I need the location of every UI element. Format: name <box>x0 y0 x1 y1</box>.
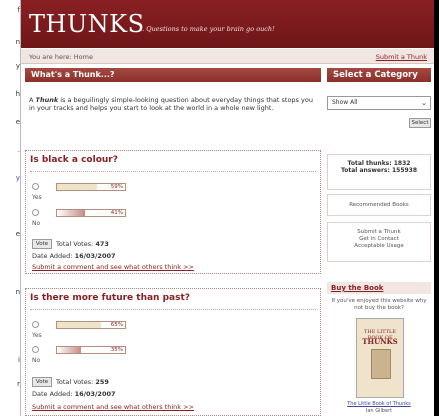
intro-text-rest: is a beguilingly simple-looking question… <box>29 96 313 112</box>
book-cover-portrait <box>371 349 391 379</box>
breadcrumb-text: You are here: Home <box>29 53 93 61</box>
category-select-value: Show All <box>332 99 358 106</box>
contact-link[interactable]: Get in Contact <box>328 236 430 243</box>
vote-button[interactable]: Vote <box>32 239 52 249</box>
breadcrumb-home-link[interactable]: Home <box>74 53 93 61</box>
total-votes-label: Total Votes: <box>56 240 94 248</box>
submit-thunk-link[interactable]: Submit a Thunk <box>376 53 427 61</box>
poll-option-label: No <box>32 357 41 364</box>
date-added-value: 16/03/2007 <box>74 390 116 398</box>
poll-result-bar: 35% <box>56 346 126 354</box>
acceptable-usage-link[interactable]: Acceptable Usage <box>328 243 430 250</box>
poll-result-percent: 35% <box>110 347 123 353</box>
poll-result-bar: 41% <box>56 209 126 217</box>
divider <box>30 309 316 310</box>
poll-result-percent: 65% <box>110 322 123 328</box>
date-added: Date Added: 16/03/2007 <box>32 390 116 398</box>
intro-text: A Thunk is a beguilingly simple-looking … <box>29 96 319 112</box>
poll-option-radio[interactable] <box>32 321 39 328</box>
chevron-down-icon: ⌄ <box>421 99 427 107</box>
poll-question: Is black a colour? <box>30 155 118 165</box>
total-votes-label: Total Votes: <box>56 378 94 386</box>
poll-option-label: Yes <box>32 194 42 201</box>
poll-result-fill <box>57 322 102 328</box>
total-votes: Total Votes: 259 <box>56 378 109 386</box>
date-added-label: Date Added: <box>32 390 73 398</box>
poll-card: Is there more future than past? 65% Yes … <box>25 288 321 416</box>
book-cover-title: THUNKS <box>362 337 398 346</box>
book-title-link[interactable]: The Little Book of Thunks <box>327 401 431 407</box>
submit-thunk-sidebar-link[interactable]: Submit a Thunk <box>328 223 430 236</box>
book-cover-image[interactable]: THE LITTLE BOOK OF THUNKS <box>356 318 404 398</box>
poll-option-label: Yes <box>32 332 42 339</box>
poll-result-percent: 59% <box>110 184 123 190</box>
stats-box: Total thunks: 1832 Total answers: 155938 <box>327 154 431 190</box>
recommended-box: Recommended Books <box>327 194 431 216</box>
date-added: Date Added: 16/03/2007 <box>32 252 116 260</box>
poll-result-bar: 65% <box>56 321 126 329</box>
links-box: Submit a Thunk Get in Contact Acceptable… <box>327 222 431 262</box>
total-answers: Total answers: 155938 <box>340 167 418 174</box>
total-votes: Total Votes: 473 <box>56 240 109 248</box>
date-added-label: Date Added: <box>32 252 73 260</box>
poll-option-radio[interactable] <box>32 209 39 216</box>
breadcrumb: You are here: Home Submit a Thunk <box>21 49 435 64</box>
site-tagline: ... Questions to make your brain go ouch… <box>138 25 275 33</box>
poll-result-bar: 59% <box>56 183 126 191</box>
recommended-books-link[interactable]: Recommended Books <box>328 195 430 209</box>
comment-link[interactable]: Submit a comment and see what others thi… <box>32 403 194 411</box>
thunks-page: THUNKS ... Questions to make your brain … <box>20 0 435 416</box>
book-author: Ian Gilbert <box>365 408 393 414</box>
poll-option-radio[interactable] <box>32 183 39 190</box>
poll-result-fill <box>57 347 81 353</box>
vote-button[interactable]: Vote <box>32 377 52 387</box>
intro-title: What's a Thunk...? <box>25 68 321 82</box>
poll-result-fill <box>57 210 85 216</box>
poll-result-percent: 41% <box>110 210 123 216</box>
breadcrumb-prefix: You are here: <box>29 53 72 61</box>
buy-book-title[interactable]: Buy the Book <box>327 282 431 294</box>
category-select[interactable]: Show All ⌄ <box>327 96 431 110</box>
poll-result-fill <box>57 184 98 190</box>
site-header: THUNKS ... Questions to make your brain … <box>21 0 435 48</box>
total-votes-value: 259 <box>95 378 109 386</box>
category-title: Select a Category <box>327 68 431 82</box>
intro-text-bold: Thunk <box>35 96 59 104</box>
comment-link[interactable]: Submit a comment and see what others thi… <box>32 263 194 271</box>
select-button[interactable]: Select <box>409 118 431 128</box>
date-added-value: 16/03/2007 <box>74 252 116 260</box>
total-thunks: Total thunks: 1832 <box>347 160 411 167</box>
total-votes-value: 473 <box>95 240 109 248</box>
poll-question: Is there more future than past? <box>30 293 190 303</box>
site-logo[interactable]: THUNKS <box>29 10 145 38</box>
divider <box>30 171 316 172</box>
poll-option-radio[interactable] <box>32 346 39 353</box>
buy-book-text: If you've enjoyed this website why not b… <box>331 298 427 311</box>
right-edge <box>434 0 439 416</box>
left-text-fragments: f n y h e . y e n i r <box>0 0 20 416</box>
poll-card: Is black a colour? 59% Yes 41% No Vote T… <box>25 150 321 274</box>
poll-option-label: No <box>32 220 41 227</box>
